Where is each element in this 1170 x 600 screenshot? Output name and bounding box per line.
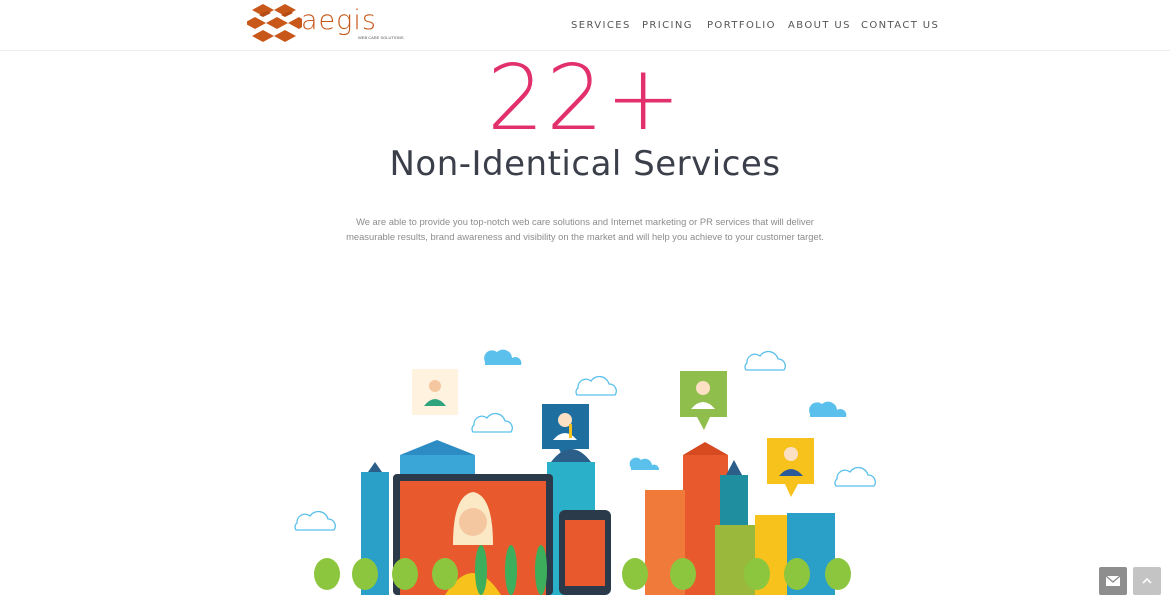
logo-tagline: WEB CARE SOLUTIONS xyxy=(358,35,404,40)
chevron-up-icon xyxy=(1142,577,1152,584)
envelope-icon xyxy=(1105,575,1121,586)
nav-pricing[interactable]: PRICING xyxy=(642,20,693,31)
nav-portfolio[interactable]: PORTFOLIO xyxy=(707,20,776,31)
avatar-bubble-4 xyxy=(767,438,814,497)
contact-button[interactable] xyxy=(1099,567,1127,595)
city-illustration xyxy=(285,330,885,595)
nav-services[interactable]: SERVICES xyxy=(571,20,631,31)
scroll-to-top-button[interactable] xyxy=(1133,567,1161,595)
site-header: aegis WEB CARE SOLUTIONS SERVICES PRICIN… xyxy=(0,0,1170,51)
description-line-1: We are able to provide you top-notch web… xyxy=(356,216,814,227)
description-line-2: measurable results, brand awareness and … xyxy=(346,231,824,242)
nav-contact-us[interactable]: CONTACT US xyxy=(861,20,939,31)
avatar-bubble-3 xyxy=(680,371,727,430)
services-description: We are able to provide you top-notch web… xyxy=(335,214,835,244)
nav-about-us[interactable]: ABOUT US xyxy=(788,20,851,31)
main-nav: SERVICES PRICING PORTFOLIO ABOUT US CONT… xyxy=(0,20,1170,34)
city-illustration-graphic xyxy=(294,349,876,595)
avatar-bubble-1 xyxy=(412,369,458,415)
services-count: 22+ xyxy=(487,46,683,151)
phone xyxy=(559,510,611,595)
services-subtitle: Non-Identical Services xyxy=(389,144,781,184)
